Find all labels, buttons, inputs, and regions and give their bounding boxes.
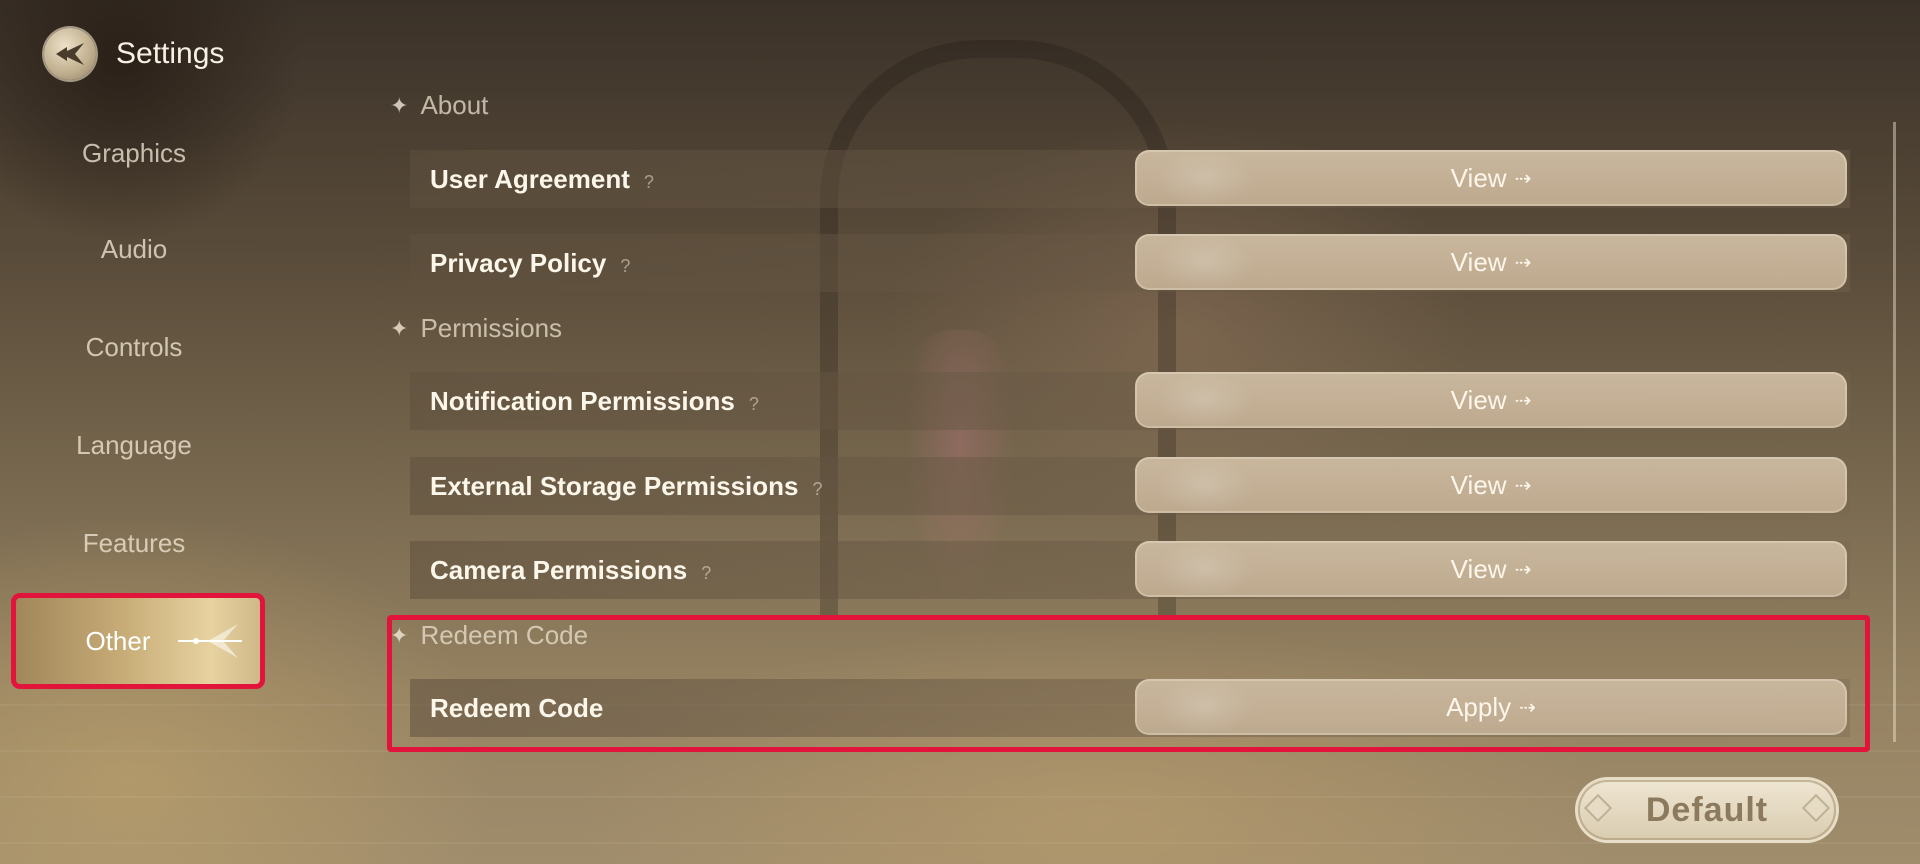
sparkle-icon: ✦ [390,315,409,341]
arrow-right-icon: ⇢ [1514,474,1532,497]
setting-row-notification-permissions: Notification Permissions? View ⇢ [410,372,1850,430]
sidebar-item-label: Audio [100,233,168,264]
sparkle-icon: ✦ [390,92,409,118]
section-title: Permissions [420,313,563,343]
help-icon[interactable]: ? [701,544,711,602]
setting-row-privacy-policy: Privacy Policy? View ⇢ [410,234,1850,292]
sidebar-item-audio[interactable]: Audio [14,204,254,294]
default-button-label: Default [1645,790,1769,829]
default-button[interactable]: Default [1578,780,1836,840]
redeem-code-highlight [387,615,1870,752]
privacy-policy-view-button[interactable]: View ⇢ [1135,234,1847,290]
setting-label-text: Notification Permissions [430,386,735,416]
arrow-right-icon: ⇢ [1514,389,1532,412]
back-button[interactable] [44,28,96,80]
sidebar-item-label: Language [76,429,192,460]
scrollbar[interactable] [1893,122,1896,742]
header: Settings [44,28,224,80]
sidebar-item-label: Features [82,527,186,558]
arrow-right-icon: ⇢ [1514,558,1532,581]
back-emblem-icon [56,43,84,65]
setting-label: Camera Permissions? [430,541,711,599]
sidebar-item-label: Graphics [81,137,187,168]
button-label: View [1450,246,1507,277]
setting-label: Privacy Policy? [430,234,630,292]
help-icon[interactable]: ? [644,153,654,211]
setting-label: Notification Permissions? [430,372,759,430]
sidebar-item-features[interactable]: Features [14,498,254,588]
sidebar-item-label: Controls [85,331,183,362]
help-icon[interactable]: ? [749,375,759,433]
button-cap-right [1801,793,1831,823]
setting-label-text: Camera Permissions [430,555,688,585]
button-cap-left [1583,793,1613,823]
camera-permissions-view-button[interactable]: View ⇢ [1135,541,1847,597]
setting-row-camera-permissions: Camera Permissions? View ⇢ [410,541,1850,599]
sidebar-item-controls[interactable]: Controls [14,302,254,392]
setting-label: External Storage Permissions? [430,457,823,515]
setting-row-external-storage-permissions: External Storage Permissions? View ⇢ [410,457,1850,515]
sidebar-item-language[interactable]: Language [14,400,254,490]
sidebar-item-label: Other [85,625,151,656]
button-label: View [1450,553,1507,584]
button-label: View [1450,384,1507,415]
arrow-right-icon: ⇢ [1514,167,1532,190]
notification-permissions-view-button[interactable]: View ⇢ [1135,372,1847,428]
arrow-right-icon: ⇢ [1514,251,1532,274]
compass-star-icon [178,624,242,658]
section-about: ✦ About [390,90,488,121]
sidebar-item-other[interactable]: Other [11,593,265,689]
button-label: View [1450,162,1507,193]
setting-label-text: Privacy Policy [430,248,607,278]
external-storage-permissions-view-button[interactable]: View ⇢ [1135,457,1847,513]
setting-label: User Agreement? [430,150,654,208]
setting-label-text: User Agreement [430,164,630,194]
help-icon[interactable]: ? [620,237,630,295]
section-title: About [420,90,489,120]
help-icon[interactable]: ? [812,460,822,518]
user-agreement-view-button[interactable]: View ⇢ [1135,150,1847,206]
button-label: View [1450,469,1507,500]
sidebar-item-graphics[interactable]: Graphics [14,108,254,198]
setting-label-text: External Storage Permissions [430,471,799,501]
page-title: Settings [116,37,225,70]
section-permissions: ✦ Permissions [390,313,562,344]
setting-row-user-agreement: User Agreement? View ⇢ [410,150,1850,208]
